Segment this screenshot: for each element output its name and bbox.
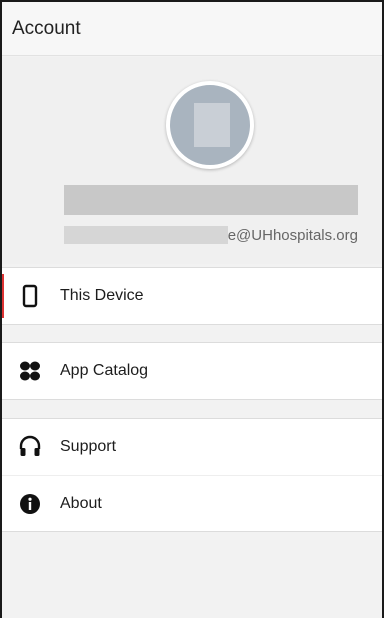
menu-item-about[interactable]: About	[2, 475, 382, 531]
header-bar: Account	[2, 2, 382, 56]
page-title: Account	[12, 17, 81, 39]
phone-icon	[18, 284, 42, 308]
menu-item-app-catalog[interactable]: App Catalog	[2, 343, 382, 399]
menu-item-label: About	[60, 494, 102, 512]
menu-item-label: App Catalog	[60, 362, 149, 379]
headphones-icon	[18, 435, 42, 459]
profile-section: e@UHhospitals.org	[2, 57, 382, 264]
email-domain: e@UHhospitals.org	[227, 226, 358, 244]
redacted-name	[64, 185, 358, 215]
menu-item-this-device[interactable]: This Device	[2, 268, 382, 324]
avatar-image	[194, 103, 230, 147]
email-row: e@UHhospitals.org	[64, 225, 358, 245]
info-icon	[18, 492, 42, 516]
device-section: This Device	[2, 267, 382, 325]
account-screen: Account e@UHhospitals.org This Device Ap…	[0, 0, 384, 618]
catalog-section: App Catalog	[2, 342, 382, 400]
avatar[interactable]	[166, 81, 254, 169]
menu-item-label: This Device	[60, 287, 144, 304]
redacted-email-prefix	[64, 226, 228, 244]
help-section: Support About	[2, 418, 382, 532]
menu-item-support[interactable]: Support	[2, 419, 382, 475]
empty-area	[2, 532, 382, 618]
apps-icon	[18, 359, 42, 383]
menu-item-label: Support	[60, 438, 117, 455]
